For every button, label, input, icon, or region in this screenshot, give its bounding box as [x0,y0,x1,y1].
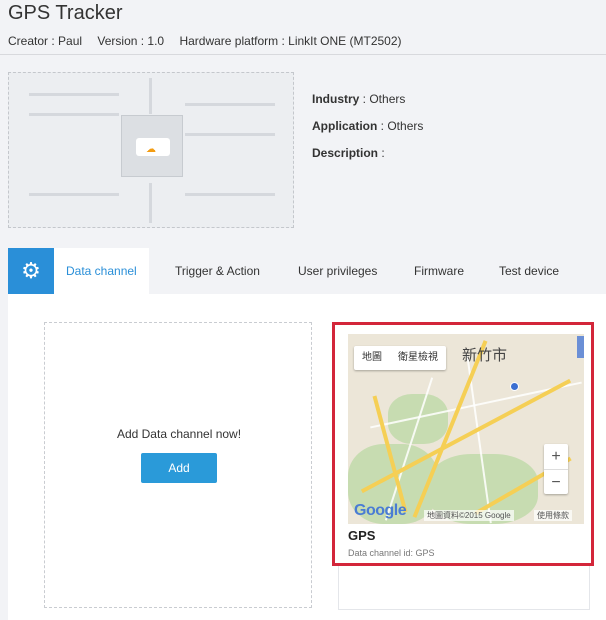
location-pin-icon [510,382,519,391]
channel-id: Data channel id: GPS [348,548,435,558]
page-title: GPS Tracker [8,2,123,24]
map-type-toggle: 地圖 衛星檢視 [354,346,446,370]
gps-channel-card-footer [338,566,590,610]
hardware-platform: Hardware platform : LinkIt ONE (MT2502) [179,34,402,48]
data-channel-panel: Add Data channel now! Add 地圖 衛星檢視 新竹市 + … [8,294,606,620]
gps-map[interactable]: 地圖 衛星檢視 新竹市 + − Google 地圖資料©2015 Google … [348,334,584,524]
chip-graphic: ☁ [121,115,183,177]
tab-data-channel[interactable]: Data channel [54,248,149,294]
gears-icon[interactable]: ⚙ [8,248,54,294]
cloud-logo: ☁ [136,138,170,156]
map-terms-link[interactable]: 使用條款 [534,510,572,521]
project-info: Industry : Others Application : Others D… [312,92,423,173]
map-zoom-control: + − [544,444,568,494]
channel-name: GPS [348,528,376,543]
version: Version : 1.0 [97,34,165,48]
cloud-icon: ☁ [146,144,156,155]
map-city-label: 新竹市 [462,347,508,364]
project-meta: Creator : Paul Version : 1.0 Hardware pl… [8,34,414,48]
add-channel-prompt: Add Data channel now! [116,427,242,441]
map-view-button[interactable]: 地圖 [354,346,390,370]
zoom-in-button[interactable]: + [544,444,568,469]
creator: Creator : Paul [8,34,83,48]
tab-firmware[interactable]: Firmware [414,248,464,294]
satellite-view-button[interactable]: 衛星檢視 [390,346,446,370]
tab-user-privileges[interactable]: User privileges [298,248,377,294]
description-row: Description : [312,146,385,160]
add-channel-box: Add Data channel now! Add [44,322,312,608]
tab-trigger-action[interactable]: Trigger & Action [175,248,260,294]
map-attribution: 地圖資料©2015 Google [424,510,514,521]
project-image: ☁ [8,72,294,228]
zoom-out-button[interactable]: − [544,470,568,495]
add-button[interactable]: Add [141,453,217,483]
application-row: Application : Others [312,119,424,133]
tab-test-device[interactable]: Test device [499,248,559,294]
header-divider [0,54,606,55]
google-logo: Google [354,502,407,519]
tab-bar: ⚙ Data channel Trigger & Action User pri… [8,248,606,294]
industry-row: Industry : Others [312,92,406,106]
